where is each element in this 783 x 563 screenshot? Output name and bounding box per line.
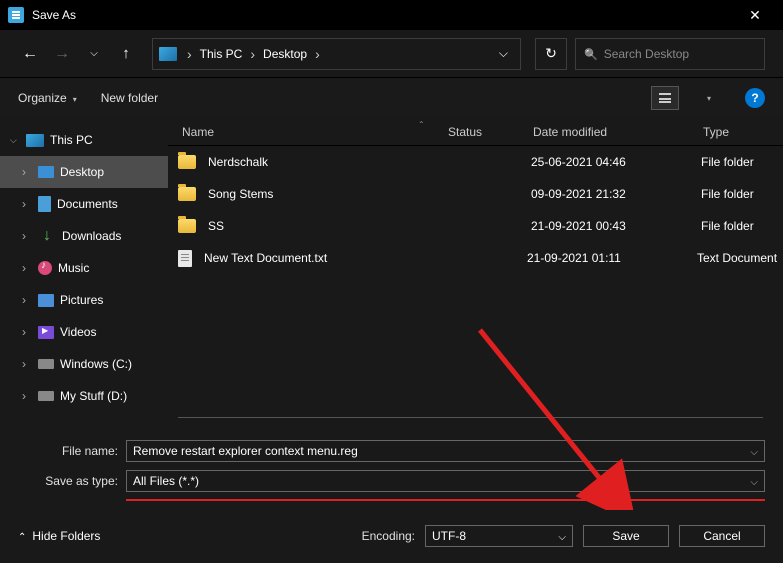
cancel-button[interactable]: Cancel: [679, 525, 765, 547]
address-bar[interactable]: This PC Desktop ⌵: [152, 38, 521, 70]
close-button[interactable]: ✕: [735, 0, 775, 30]
column-headers: Name Status Date modified Type: [168, 118, 783, 146]
drive-icon: [38, 359, 54, 369]
bottom-panel: File name: Remove restart explorer conte…: [0, 428, 783, 563]
caret-icon[interactable]: [22, 229, 32, 243]
filename-input[interactable]: Remove restart explorer context menu.reg: [126, 440, 765, 462]
navigation-tree: This PC Desktop Documents Downloads Musi…: [0, 118, 168, 428]
save-button[interactable]: Save: [583, 525, 669, 547]
pc-icon: [26, 134, 44, 147]
app-icon: [8, 7, 24, 23]
encoding-label: Encoding:: [362, 529, 415, 543]
column-header-date[interactable]: Date modified: [533, 125, 703, 139]
sort-indicator-icon: ⌃: [418, 120, 425, 129]
chevron-down-icon: [73, 91, 77, 105]
caret-icon[interactable]: [22, 261, 32, 275]
column-header-name[interactable]: Name: [178, 125, 448, 139]
saveastype-label: Save as type:: [18, 474, 126, 488]
view-options-button[interactable]: [651, 86, 679, 110]
encoding-select[interactable]: UTF-8: [425, 525, 573, 547]
desktop-icon: [38, 166, 54, 178]
caret-icon[interactable]: [22, 325, 32, 339]
caret-icon[interactable]: [22, 357, 32, 371]
organize-button[interactable]: Organize: [18, 91, 77, 105]
tree-item-documents[interactable]: Documents: [0, 188, 168, 220]
tree-item-this-pc[interactable]: This PC: [0, 124, 168, 156]
back-button[interactable]: [18, 42, 42, 66]
downloads-icon: [38, 228, 56, 244]
title-bar: Save As ✕: [0, 0, 783, 30]
file-list: ⌃ Name Status Date modified Type Nerdsch…: [168, 118, 783, 428]
column-header-type[interactable]: Type: [703, 125, 783, 139]
text-file-icon: [178, 250, 192, 267]
help-button[interactable]: ?: [745, 88, 765, 108]
forward-button[interactable]: [50, 42, 74, 66]
chevron-down-icon[interactable]: [750, 444, 758, 458]
pictures-icon: [38, 294, 54, 307]
path-separator-icon: [311, 46, 324, 62]
documents-icon: [38, 196, 51, 212]
search-icon: [584, 47, 604, 61]
up-button[interactable]: [114, 42, 138, 66]
caret-icon[interactable]: [10, 135, 20, 146]
path-separator-icon: [246, 46, 259, 62]
chevron-down-icon[interactable]: [750, 474, 758, 488]
annotation-underline: [126, 499, 765, 501]
filename-label: File name:: [18, 444, 126, 458]
folder-icon: [178, 155, 196, 169]
list-item[interactable]: SS 21-09-2021 00:43 File folder: [168, 210, 783, 242]
search-placeholder: Search Desktop: [604, 47, 689, 61]
tree-item-drive-c[interactable]: Windows (C:): [0, 348, 168, 380]
tree-item-pictures[interactable]: Pictures: [0, 284, 168, 316]
column-header-status[interactable]: Status: [448, 125, 533, 139]
horizontal-scrollbar[interactable]: [178, 417, 763, 418]
folder-icon: [178, 187, 196, 201]
hide-folders-button[interactable]: Hide Folders: [18, 529, 100, 543]
window-title: Save As: [32, 8, 735, 22]
recent-locations-button[interactable]: [82, 42, 106, 66]
chevron-down-icon[interactable]: ▾: [707, 94, 711, 103]
tree-item-videos[interactable]: Videos: [0, 316, 168, 348]
path-segment-this-pc[interactable]: This PC: [196, 47, 247, 61]
path-separator-icon: [183, 46, 196, 62]
chevron-down-icon[interactable]: [558, 529, 566, 543]
music-icon: [38, 261, 52, 275]
caret-up-icon: [18, 529, 26, 543]
caret-icon[interactable]: [22, 197, 32, 211]
new-folder-button[interactable]: New folder: [101, 91, 158, 105]
list-item[interactable]: Nerdschalk 25-06-2021 04:46 File folder: [168, 146, 783, 178]
saveastype-select[interactable]: All Files (*.*): [126, 470, 765, 492]
search-input[interactable]: Search Desktop: [575, 38, 765, 70]
videos-icon: [38, 326, 54, 339]
drive-icon: [38, 391, 54, 401]
tree-item-downloads[interactable]: Downloads: [0, 220, 168, 252]
tree-item-music[interactable]: Music: [0, 252, 168, 284]
path-dropdown-icon[interactable]: ⌵: [493, 46, 514, 61]
toolbar: Organize New folder ▾ ?: [0, 78, 783, 118]
nav-bar: This PC Desktop ⌵ Search Desktop: [0, 30, 783, 78]
tree-item-drive-d[interactable]: My Stuff (D:): [0, 380, 168, 412]
folder-icon: [178, 219, 196, 233]
caret-icon[interactable]: [22, 165, 32, 179]
refresh-button[interactable]: [535, 38, 567, 70]
list-item[interactable]: Song Stems 09-09-2021 21:32 File folder: [168, 178, 783, 210]
tree-item-desktop[interactable]: Desktop: [0, 156, 168, 188]
list-item[interactable]: New Text Document.txt 21-09-2021 01:11 T…: [168, 242, 783, 274]
path-segment-desktop[interactable]: Desktop: [259, 47, 311, 61]
caret-icon[interactable]: [22, 293, 32, 307]
pc-icon: [159, 47, 177, 61]
caret-icon[interactable]: [22, 389, 32, 403]
